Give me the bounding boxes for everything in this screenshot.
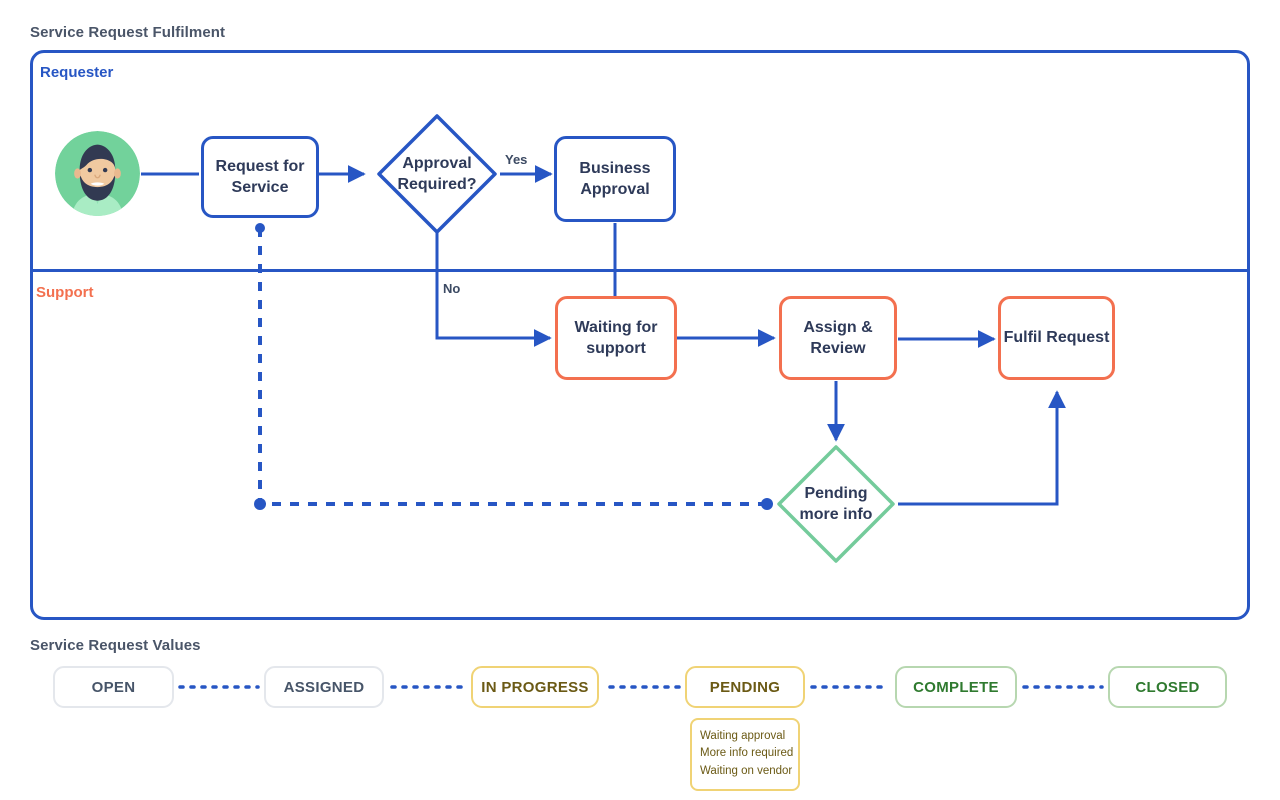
value-pill-closed[interactable]: CLOSED [1108,666,1227,708]
node-label: Business Approval [579,159,651,198]
node-label: Request for Service [215,157,305,196]
value-pill-label: COMPLETE [913,678,999,696]
node-pending-more-info[interactable]: Pending more info [773,441,899,567]
lane-divider [30,269,1250,272]
value-pill-in-progress[interactable]: IN PROGRESS [471,666,599,708]
pending-reason-item: Waiting on vendor [700,764,793,777]
requester-avatar [55,131,140,216]
edge-label-yes: Yes [505,152,528,167]
pending-reason-item: More info required [700,747,794,760]
page-title: Service Request Fulfilment [30,24,226,41]
node-approval-required[interactable]: Approval Required? [373,110,501,238]
pending-reasons-list: Waiting approval More info required Wait… [690,718,800,792]
node-label: Fulfil Request [1003,329,1110,347]
edge-label-no: No [443,281,461,296]
node-business-approval[interactable]: Business Approval [554,136,676,222]
values-title: Service Request Values [30,637,201,654]
value-pill-assigned[interactable]: ASSIGNED [264,666,384,708]
node-fulfil-request[interactable]: Fulfil Request [998,296,1115,380]
node-label: Waiting for support [574,318,658,357]
value-pill-label: OPEN [91,678,136,696]
value-pill-complete[interactable]: COMPLETE [895,666,1017,708]
pending-reason-item: Waiting approval [700,730,786,742]
node-waiting-for-support[interactable]: Waiting for support [555,296,677,380]
node-assign-review[interactable]: Assign & Review [779,296,897,380]
value-pill-label: IN PROGRESS [481,678,589,696]
value-pill-label: ASSIGNED [283,678,365,696]
lane-label-requester: Requester [40,64,114,81]
lane-label-support: Support [36,284,94,301]
node-label: Assign & Review [803,318,873,357]
value-pill-label: PENDING [709,678,781,696]
node-label: Approval Required? [397,154,477,193]
node-request-for-service[interactable]: Request for Service [201,136,319,218]
node-label: Pending more info [799,484,873,523]
value-pill-open[interactable]: OPEN [53,666,174,708]
value-pill-label: CLOSED [1135,678,1200,696]
value-pill-pending[interactable]: PENDING [685,666,805,708]
